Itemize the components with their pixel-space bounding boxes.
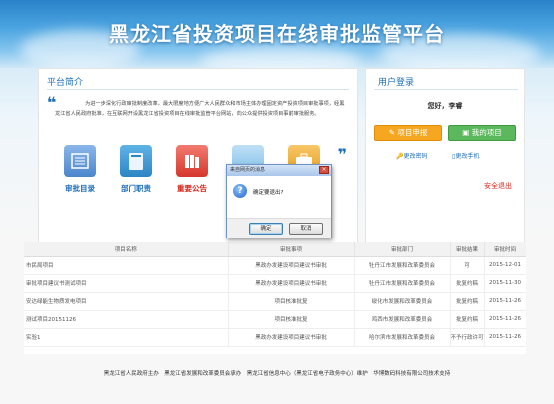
user-panel: 用户登录 您好，李睿 ✎ 项目申报 ▣ 我的项目 🔑更改密码 ▯更改手机 安全退… — [365, 68, 525, 244]
cell-project-name: 实验1 — [24, 328, 229, 347]
logout-link[interactable]: 安全退出 — [484, 181, 512, 191]
intro-text: 为进一步深化行政审批制度改革，最大限度地方便广大人民群众和市场主体办理固定资产投… — [55, 101, 345, 117]
change-phone-label: 更改手机 — [455, 153, 480, 160]
project-apply-label: 项目申报 — [397, 128, 428, 137]
cell-approval-item: 黑政办发建设项目建议书审批 — [228, 256, 355, 275]
my-projects-button[interactable]: ▣ 我的项目 — [448, 125, 516, 141]
cell-result: 批复约稿 — [450, 310, 485, 329]
catalog-label: 审批目录 — [65, 184, 95, 193]
responsibility-label: 部门职责 — [121, 184, 151, 193]
header-banner: 黑龙江省投资项目在线审批监管平台 — [0, 0, 554, 68]
table-row[interactable]: 实验1 黑政办发建设项目建议书审批 哈尔滨市发展和改革委员会 不予行政许可 20… — [24, 328, 526, 347]
project-apply-button[interactable]: ✎ 项目申报 — [374, 125, 442, 141]
cell-department: 哈尔滨市发展和改革委员会 — [354, 328, 451, 347]
cell-result: 不予行政许可 — [450, 328, 485, 347]
site-title: 黑龙江省投资项目在线审批监管平台 — [109, 22, 445, 46]
cell-result: 批复约稿 — [450, 292, 485, 311]
change-phone-link[interactable]: ▯更改手机 — [452, 151, 479, 160]
dialog-message: 确定要退出? — [253, 190, 284, 196]
cell-time: 2015-11-26 — [484, 292, 526, 311]
projects-icon: ▣ — [462, 128, 472, 137]
change-password-link[interactable]: 🔑更改密码 — [396, 151, 428, 160]
notice-icon — [176, 145, 208, 177]
confirm-dialog: 来自网页的消息 × ? 确定要退出? 确定 取消 — [226, 164, 332, 238]
quote-close-icon: ❞ — [337, 145, 347, 164]
cell-project-name: 审批项目建议书测试项目 — [24, 274, 229, 293]
col-department: 审批部门 — [354, 242, 451, 257]
cell-project-name: 市民局项目 — [24, 256, 229, 275]
user-panel-title: 用户登录 — [378, 78, 415, 88]
greeting-text: 您好，李睿 — [427, 102, 463, 110]
notice-label: 重要公告 — [177, 184, 207, 193]
cell-project-name: 测试项目20151126 — [24, 310, 229, 329]
table-row[interactable]: 测试项目20151126 项目核准批复 鸡西市发展和改革委员会 批复约稿 201… — [24, 310, 526, 329]
cell-project-name: 安达绿能生物质发电项目 — [24, 292, 229, 311]
col-approval-item: 审批事项 — [228, 242, 355, 257]
cell-time: 2015-11-30 — [484, 274, 526, 293]
notice-link[interactable]: 重要公告 — [169, 145, 215, 194]
cell-department: 绥化市发展和改革委员会 — [354, 292, 451, 311]
col-result: 审批结果 — [450, 242, 485, 257]
responsibility-link[interactable]: 部门职责 — [113, 145, 159, 194]
table-row[interactable]: 审批项目建议书测试项目 黑政办发建设项目建议书审批 牡丹江市发展和改革委员会 批… — [24, 274, 526, 293]
cell-approval-item: 黑政办发建设项目建议书审批 — [228, 328, 355, 347]
change-password-label: 更改密码 — [403, 153, 428, 160]
ok-button[interactable]: 确定 — [249, 223, 283, 235]
cell-time: 2015-11-26 — [484, 310, 526, 329]
cell-time: 2015-12-01 — [484, 256, 526, 275]
dialog-body: ? 确定要退出? 确定 取消 — [227, 176, 331, 238]
book-icon — [120, 145, 152, 177]
intro-divider — [47, 89, 349, 90]
cell-department: 牡丹江市发展和改革委员会 — [354, 274, 451, 293]
question-icon: ? — [233, 184, 247, 198]
cell-department: 鸡西市发展和改革委员会 — [354, 310, 451, 329]
cell-result: 批复约稿 — [450, 274, 485, 293]
col-time: 审批时间 — [484, 242, 526, 257]
cell-time: 2015-11-26 — [484, 328, 526, 347]
user-divider — [374, 89, 518, 90]
cell-approval-item: 项目核准批复 — [228, 292, 355, 311]
approval-table: 项目名称 审批事项 审批部门 审批结果 审批时间 市民局项目 黑政办发建设项目建… — [24, 242, 526, 354]
catalog-link[interactable]: 审批目录 — [57, 145, 103, 194]
cell-approval-item: 项目核准批复 — [228, 310, 355, 329]
my-projects-label: 我的项目 — [471, 128, 502, 137]
footer-credits: 黑龙江省人民政府主办 黑龙江省发展和改革委员会承办 黑龙江省信息中心（黑龙江省电… — [103, 371, 451, 377]
table-header-row: 项目名称 审批事项 审批部门 审批结果 审批时间 — [24, 242, 526, 257]
cell-result: 可 — [450, 256, 485, 275]
dialog-button-bar: 确定 取消 — [227, 218, 331, 238]
cancel-button[interactable]: 取消 — [289, 223, 323, 235]
cell-approval-item: 黑政办发建设项目建议书审批 — [228, 274, 355, 293]
catalog-icon — [64, 145, 96, 177]
table-row[interactable]: 安达绿能生物质发电项目 项目核准批复 绥化市发展和改革委员会 批复约稿 2015… — [24, 292, 526, 311]
close-icon[interactable]: × — [319, 166, 329, 174]
intro-title: 平台简介 — [47, 78, 84, 88]
table-row[interactable]: 市民局项目 黑政办发建设项目建议书审批 牡丹江市发展和改革委员会 可 2015-… — [24, 256, 526, 275]
cell-department: 牡丹江市发展和改革委员会 — [354, 256, 451, 275]
col-project-name: 项目名称 — [24, 242, 229, 257]
dialog-title: 来自网页的消息 — [230, 167, 266, 173]
dialog-titlebar[interactable]: 来自网页的消息 × — [227, 165, 331, 176]
